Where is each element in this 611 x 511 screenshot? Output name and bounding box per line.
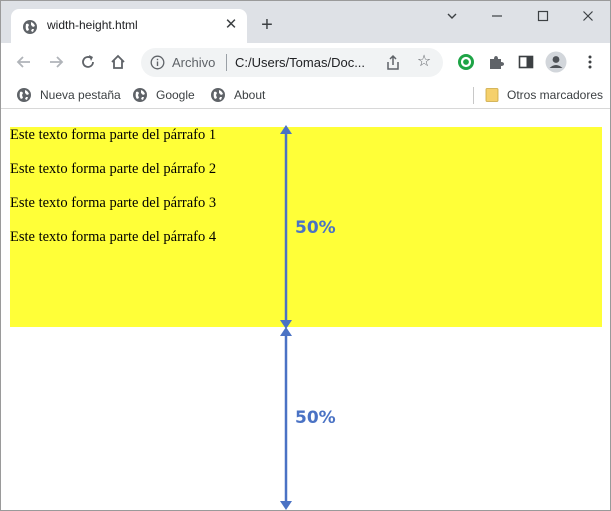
- bookmark-label: Otros marcadores: [507, 88, 604, 102]
- avatar-icon: [545, 51, 567, 73]
- extensions-button[interactable]: [485, 51, 507, 73]
- folder-icon: [485, 88, 499, 102]
- globe-icon: [23, 20, 37, 34]
- bookmark-google[interactable]: Google: [132, 85, 195, 105]
- close-window-button[interactable]: [578, 9, 598, 29]
- bookmarks-bar: Nueva pestaña Google About Otros marcado…: [1, 81, 610, 109]
- extension-button[interactable]: [455, 51, 477, 73]
- tab-close-icon[interactable]: ✕: [221, 15, 241, 35]
- top-percent-label: 50%: [295, 218, 336, 238]
- profile-button[interactable]: [545, 51, 567, 73]
- arrow-right-icon: [50, 56, 64, 68]
- height-annotation: [280, 125, 292, 510]
- bookmark-about[interactable]: About: [210, 85, 265, 105]
- tab-title: width-height.html: [47, 18, 138, 32]
- more-vertical-icon: [588, 55, 592, 69]
- tab-strip: width-height.html ✕ +: [1, 1, 610, 43]
- minimize-button[interactable]: [487, 9, 507, 29]
- globe-icon: [211, 88, 225, 102]
- address-bar[interactable]: Archivo C:/Users/Tomas/Doc... ☆: [141, 48, 443, 77]
- chevron-down-icon: [447, 13, 457, 19]
- top-half-arrow: [280, 125, 292, 329]
- info-icon[interactable]: [150, 55, 165, 70]
- browser-window: width-height.html ✕ + Archivo C:/Users/T…: [0, 0, 611, 511]
- maximize-button[interactable]: [533, 9, 553, 29]
- menu-button[interactable]: [579, 51, 601, 73]
- url-text[interactable]: C:/Users/Tomas/Doc...: [235, 55, 365, 70]
- close-icon: [583, 11, 593, 21]
- reload-icon: [82, 55, 94, 68]
- share-icon[interactable]: [384, 54, 402, 72]
- maximize-icon: [537, 10, 549, 22]
- minimize-icon: [492, 15, 502, 17]
- bookmark-nueva-pestana[interactable]: Nueva pestaña: [16, 85, 121, 105]
- puzzle-icon: [490, 56, 504, 69]
- bookmark-label: Google: [156, 88, 195, 102]
- tab-active[interactable]: width-height.html ✕: [11, 9, 247, 43]
- bottom-percent-label: 50%: [295, 408, 336, 428]
- bottom-half-arrow: [280, 327, 292, 510]
- side-panel-icon: [518, 55, 534, 69]
- home-button[interactable]: [107, 51, 129, 73]
- bookmark-other[interactable]: Otros marcadores: [485, 85, 603, 105]
- bookmark-label: Nueva pestaña: [40, 88, 121, 102]
- tab-search-button[interactable]: [442, 9, 462, 29]
- globe-icon: [133, 88, 147, 102]
- extension-badge-icon: [458, 54, 474, 70]
- forward-button[interactable]: [45, 51, 67, 73]
- globe-icon: [17, 88, 31, 102]
- toolbar: Archivo C:/Users/Tomas/Doc... ☆: [1, 43, 610, 81]
- back-button[interactable]: [13, 51, 35, 73]
- divider: [226, 54, 227, 71]
- new-tab-button[interactable]: +: [256, 14, 278, 36]
- scheme-label: Archivo: [172, 55, 216, 70]
- home-icon: [111, 54, 125, 69]
- bookmarks-divider: [473, 87, 474, 104]
- arrow-left-icon: [16, 56, 30, 68]
- page-viewport: Este texto forma parte del párrafo 1 Est…: [1, 110, 610, 510]
- bookmark-label: About: [234, 88, 266, 102]
- side-panel-button[interactable]: [515, 51, 537, 73]
- reload-button[interactable]: [77, 51, 99, 73]
- bookmark-star-icon[interactable]: ☆: [415, 53, 433, 71]
